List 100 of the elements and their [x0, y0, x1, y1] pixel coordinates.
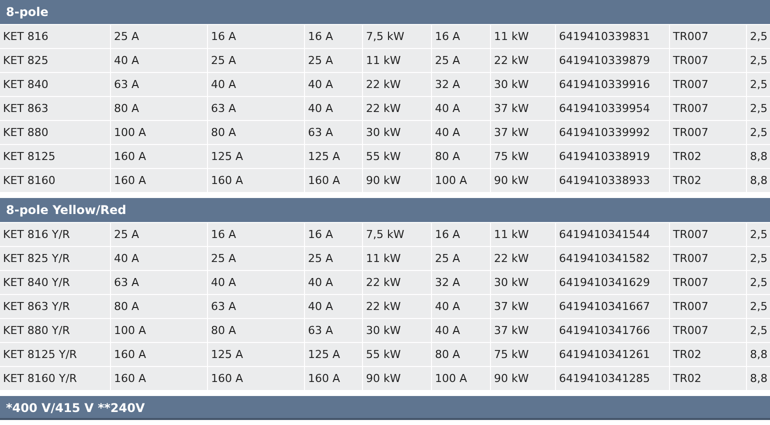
table-cell: 30 kW	[491, 73, 555, 96]
table-cell: 125 A	[208, 343, 304, 366]
table-cell: 6419410341766	[556, 319, 669, 342]
table-cell: 40 A	[305, 295, 362, 318]
table-cell: 2,5	[747, 295, 770, 318]
table-cell: 22 kW	[363, 295, 431, 318]
table-cell: 25 A	[111, 25, 207, 48]
table-cell: 90 kW	[491, 169, 555, 192]
table-cell: 40 A	[432, 319, 490, 342]
table-cell: 25 A	[208, 49, 304, 72]
table-cell: TR007	[670, 121, 746, 144]
table-cell: 16 A	[208, 223, 304, 246]
table-cell: KET 825	[0, 49, 110, 72]
table-cell: 40 A	[305, 73, 362, 96]
table-cell: TR02	[670, 343, 746, 366]
table-cell: 22 kW	[491, 247, 555, 270]
table-cell: 16 A	[305, 25, 362, 48]
table-cell: 22 kW	[363, 97, 431, 120]
table-cell: 16 A	[208, 25, 304, 48]
table-cell: 80 A	[208, 319, 304, 342]
table-cell: 40 A	[432, 97, 490, 120]
table-cell: KET 8160 Y/R	[0, 367, 110, 390]
table-cell: 75 kW	[491, 145, 555, 168]
table-cell: 2,5	[747, 271, 770, 294]
table-cell: 7,5 kW	[363, 25, 431, 48]
table-cell: KET 816	[0, 25, 110, 48]
table-cell: 37 kW	[491, 295, 555, 318]
table-cell: 40 A	[432, 121, 490, 144]
table-cell: 100 A	[432, 367, 490, 390]
table-cell: 8,8	[747, 169, 770, 192]
table-cell: 40 A	[305, 97, 362, 120]
table-cell: 80 A	[111, 295, 207, 318]
table-cell: 6419410341667	[556, 295, 669, 318]
table-cell: 30 kW	[491, 271, 555, 294]
table-cell: 40 A	[432, 295, 490, 318]
table-cell: 63 A	[208, 97, 304, 120]
table-cell: 6419410341285	[556, 367, 669, 390]
table-cell: 22 kW	[363, 73, 431, 96]
table-cell: 100 A	[111, 121, 207, 144]
table-cell: 8,8	[747, 367, 770, 390]
table-cell: KET 840 Y/R	[0, 271, 110, 294]
table-cell: KET 880 Y/R	[0, 319, 110, 342]
table-cell: 32 A	[432, 271, 490, 294]
table-cell: TR007	[670, 97, 746, 120]
table-cell: TR007	[670, 223, 746, 246]
table-cell: 63 A	[111, 73, 207, 96]
section-header: 8-pole Yellow/Red	[0, 198, 770, 222]
table-cell: 63 A	[111, 271, 207, 294]
table-cell: 160 A	[305, 169, 362, 192]
table-cell: 80 A	[111, 97, 207, 120]
section-header: 8-pole	[0, 0, 770, 24]
table-cell: 160 A	[111, 367, 207, 390]
table-cell: 80 A	[208, 121, 304, 144]
table-cell: 30 kW	[363, 319, 431, 342]
table-cell: 160 A	[111, 343, 207, 366]
table-cell: KET 880	[0, 121, 110, 144]
table-cell: 6419410339954	[556, 97, 669, 120]
table-cell: 16 A	[432, 25, 490, 48]
table-cell: 11 kW	[363, 49, 431, 72]
table-cell: 16 A	[305, 223, 362, 246]
table-cell: 40 A	[111, 49, 207, 72]
table-cell: TR007	[670, 319, 746, 342]
table-cell: 80 A	[432, 343, 490, 366]
table-cell: 55 kW	[363, 145, 431, 168]
table-cell: 11 kW	[363, 247, 431, 270]
table-cell: KET 816 Y/R	[0, 223, 110, 246]
table-cell: 8,8	[747, 343, 770, 366]
table-cell: 2,5	[747, 247, 770, 270]
table-cell: TR007	[670, 271, 746, 294]
table-cell: 8,8	[747, 145, 770, 168]
table-cell: 11 kW	[491, 223, 555, 246]
table-cell: 25 A	[432, 247, 490, 270]
table-cell: 6419410339831	[556, 25, 669, 48]
table-cell: TR007	[670, 247, 746, 270]
table-cell: 37 kW	[491, 97, 555, 120]
table-cell: 2,5	[747, 223, 770, 246]
table-cell: 40 A	[208, 271, 304, 294]
table-cell: 37 kW	[491, 319, 555, 342]
table-cell: 6419410339916	[556, 73, 669, 96]
table-cell: 63 A	[305, 319, 362, 342]
table-cell: 11 kW	[491, 25, 555, 48]
table-cell: TR02	[670, 367, 746, 390]
table-cell: 6419410341544	[556, 223, 669, 246]
table-cell: 40 A	[305, 271, 362, 294]
table-cell: 2,5	[747, 25, 770, 48]
table-cell: 160 A	[208, 367, 304, 390]
table-cell: 100 A	[111, 319, 207, 342]
table-cell: TR007	[670, 295, 746, 318]
table-cell: 160 A	[305, 367, 362, 390]
table-cell: KET 8125 Y/R	[0, 343, 110, 366]
table-cell: 90 kW	[491, 367, 555, 390]
table-cell: 6419410341261	[556, 343, 669, 366]
table-cell: 7,5 kW	[363, 223, 431, 246]
table-cell: 160 A	[208, 169, 304, 192]
table-cell: 25 A	[432, 49, 490, 72]
table-cell: 100 A	[432, 169, 490, 192]
table-cell: KET 863	[0, 97, 110, 120]
table-cell: 40 A	[111, 247, 207, 270]
table-cell: 63 A	[208, 295, 304, 318]
table-cell: 25 A	[305, 49, 362, 72]
